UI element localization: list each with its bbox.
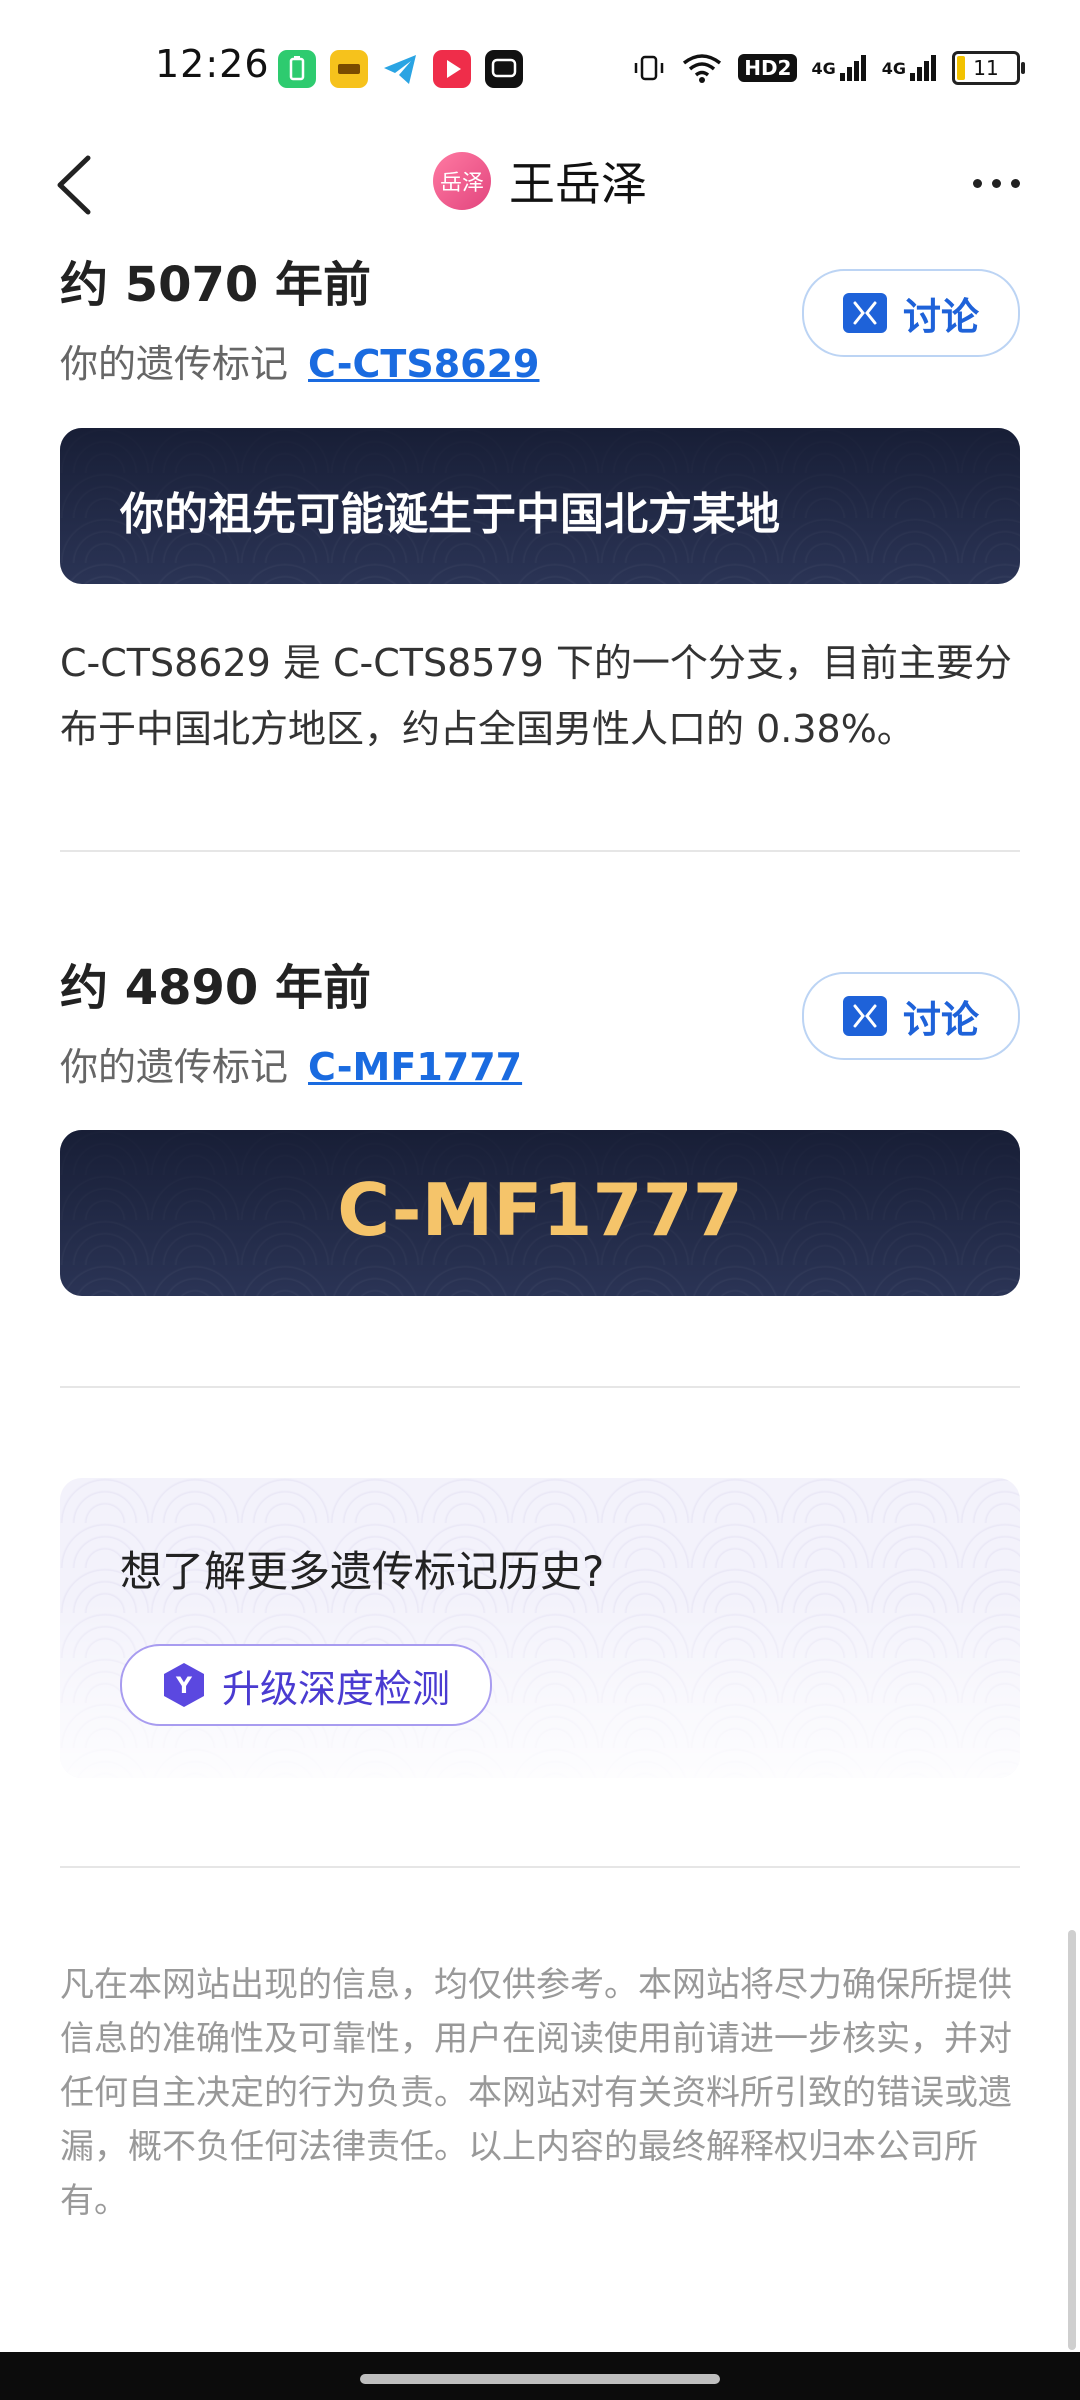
- more-dot-icon: [973, 178, 982, 188]
- discuss-label: 讨论: [902, 294, 979, 339]
- divider: [60, 850, 1020, 852]
- more-dot-icon: [992, 178, 1001, 188]
- signal-4g-icon-2: 4G: [882, 49, 938, 87]
- signal-label-2: 4G: [881, 58, 906, 78]
- page-title: 王岳泽: [509, 157, 647, 211]
- video-app-icon: [433, 50, 471, 88]
- discuss-icon: [842, 293, 887, 333]
- signal-4g-icon: 4G: [811, 49, 867, 87]
- more-button[interactable]: [960, 168, 1020, 198]
- banner-text: 你的祖先可能诞生于中国北方某地: [120, 489, 780, 540]
- marker-section-1: 约 5070 年前 你的遗传标记 C-CTS8629 讨论: [60, 245, 1020, 388]
- upgrade-question: 想了解更多遗传标记历史?: [120, 1547, 605, 1596]
- chat-app-icon: [485, 50, 523, 88]
- divider: [60, 1866, 1020, 1868]
- marker-link[interactable]: C-CTS8629: [308, 342, 539, 386]
- yellow-app-icon: [330, 50, 368, 88]
- discuss-button[interactable]: 讨论: [802, 269, 1020, 357]
- scrollbar[interactable]: [1068, 1930, 1076, 2350]
- telegram-icon: [381, 50, 419, 88]
- banner-marker: C-MF1777: [337, 1168, 743, 1252]
- avatar[interactable]: 岳泽: [433, 152, 491, 210]
- discuss-icon: [842, 996, 887, 1036]
- marker-label: 你的遗传标记: [60, 342, 289, 386]
- marker-banner: C-MF1777: [60, 1130, 1020, 1296]
- status-time: 12:26: [155, 42, 270, 86]
- y-letter: Y: [175, 1674, 193, 1699]
- discuss-button[interactable]: 讨论: [802, 972, 1020, 1060]
- more-dot-icon: [1011, 178, 1020, 188]
- upgrade-card: 想了解更多遗传标记历史? Y 升级深度检测: [60, 1478, 1020, 1778]
- network-badge: HD2: [738, 54, 798, 82]
- status-indicators: HD2 4G 4G 11: [632, 46, 1025, 90]
- vibrate-icon: [632, 49, 666, 87]
- header-profile: 岳泽 王岳泽: [0, 148, 1080, 214]
- marker-link[interactable]: C-MF1777: [308, 1045, 522, 1089]
- marker-label: 你的遗传标记: [60, 1045, 289, 1089]
- status-bar: 12:26 HD2 4G 4G 11: [0, 0, 1080, 130]
- divider: [60, 1386, 1020, 1388]
- upgrade-button[interactable]: Y 升级深度检测: [120, 1644, 492, 1726]
- signal-label: 4G: [811, 58, 836, 78]
- ancestor-banner: 你的祖先可能诞生于中国北方某地: [60, 428, 1020, 584]
- upgrade-label: 升级深度检测: [221, 1666, 450, 1711]
- app-header: 岳泽 王岳泽: [0, 130, 1080, 240]
- disclaimer-text: 凡在本网站出现的信息，均仅供参考。本网站将尽力确保所提供信息的准确性及可靠性，用…: [60, 1965, 1012, 2221]
- y-hexagon-icon: Y: [162, 1661, 206, 1709]
- system-nav-bar: [0, 2352, 1080, 2400]
- battery-indicator: 11: [952, 49, 1025, 87]
- home-handle[interactable]: [360, 2374, 720, 2384]
- marker-section-2: 约 4890 年前 你的遗传标记 C-MF1777 讨论: [60, 948, 1020, 1091]
- marker-description: C-CTS8629 是 C-CTS8579 下的一个分支，目前主要分布于中国北方…: [60, 641, 1012, 751]
- wifi-icon: [680, 49, 724, 87]
- discuss-label: 讨论: [902, 997, 979, 1042]
- battery-level: 11: [973, 56, 999, 80]
- battery-icon: 11: [952, 51, 1025, 85]
- battery-saver-app-icon: [278, 50, 316, 88]
